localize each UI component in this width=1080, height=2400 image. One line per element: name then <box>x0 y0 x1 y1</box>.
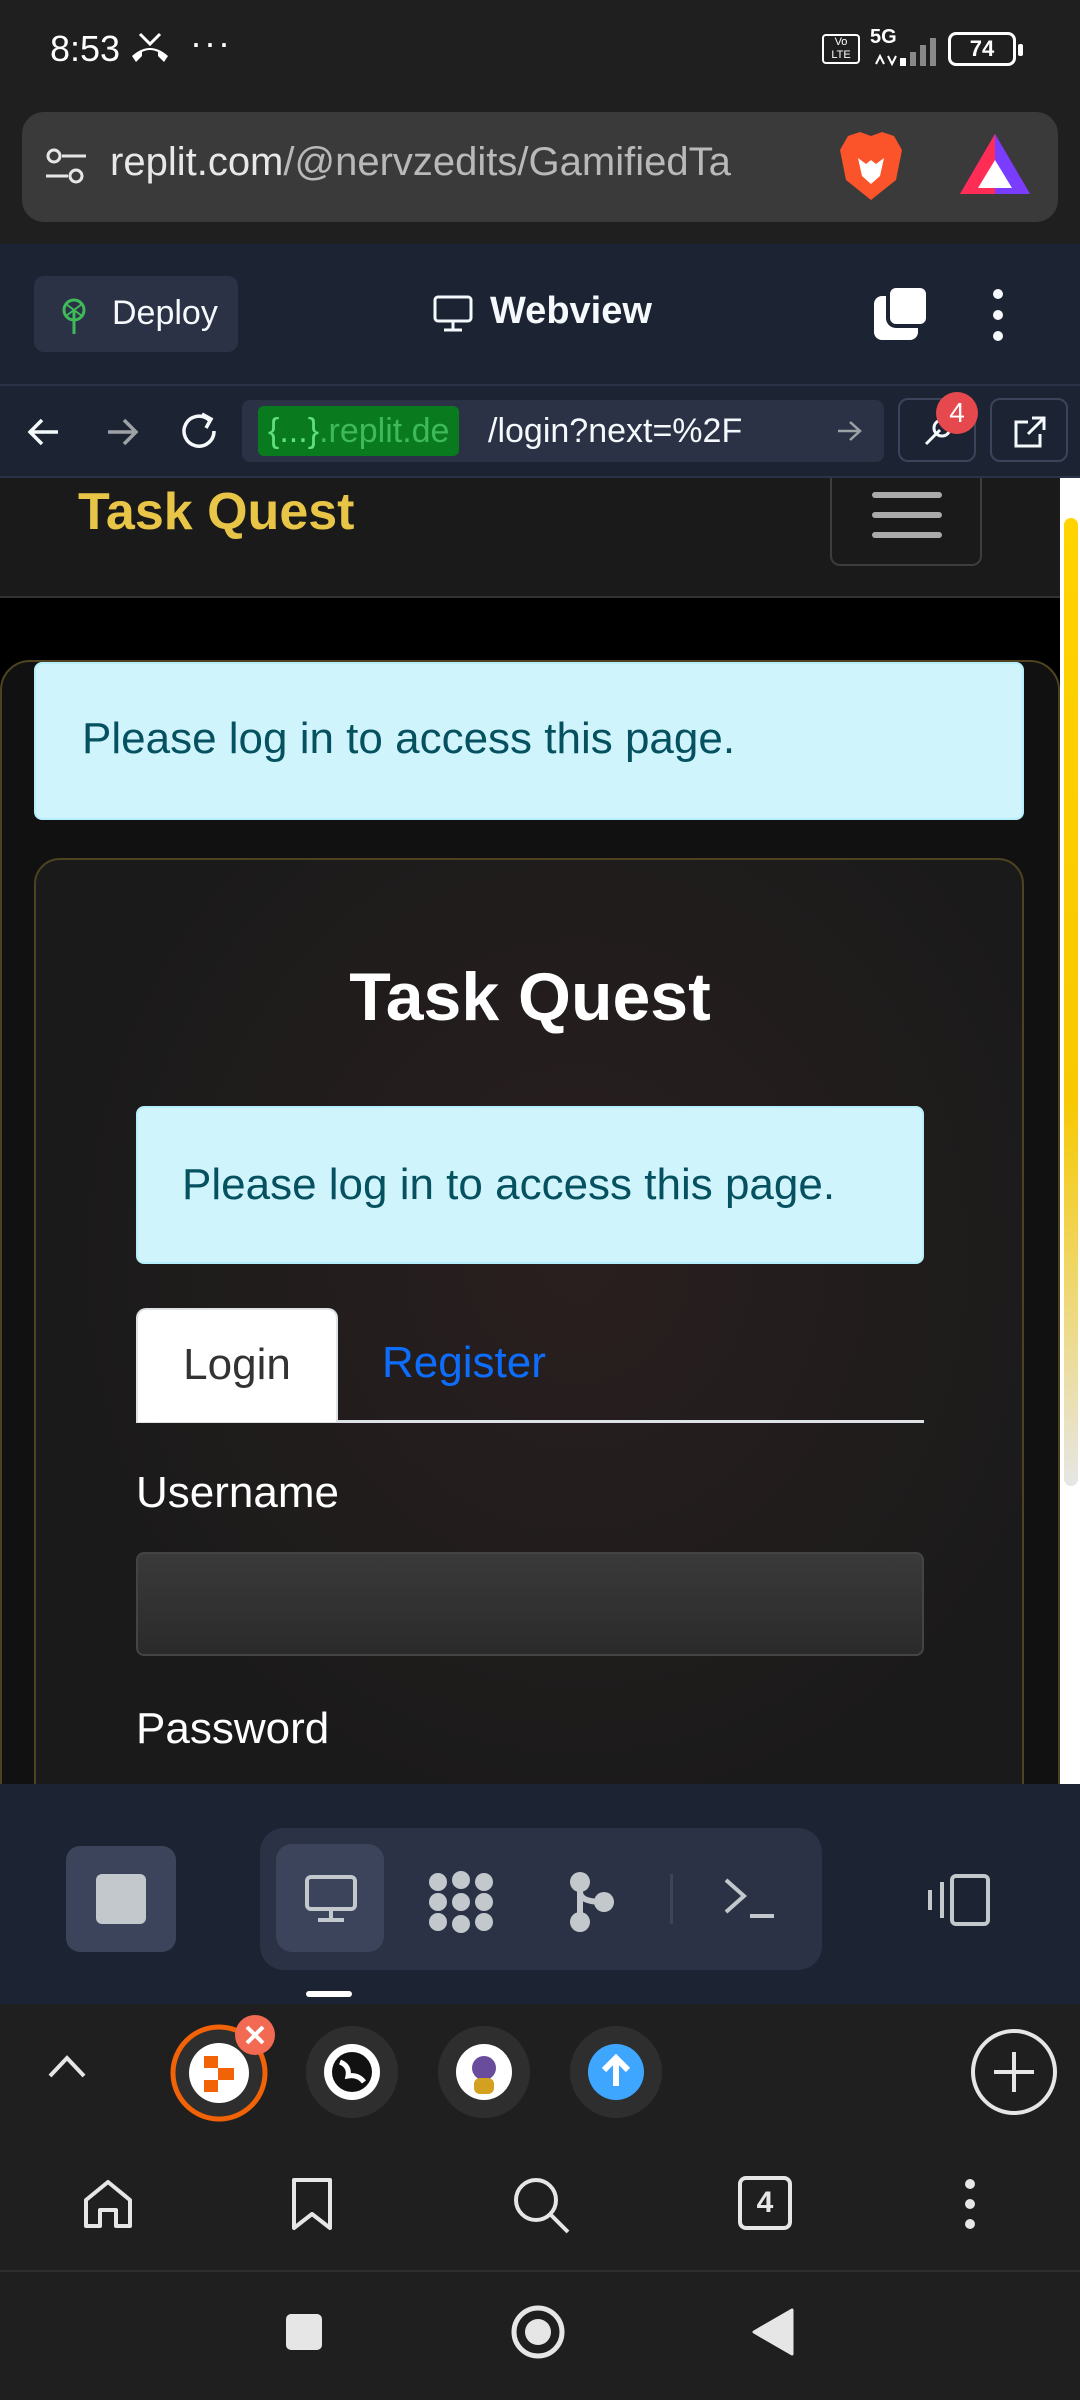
search-icon[interactable] <box>510 2174 572 2236</box>
stop-icon <box>96 1874 146 1924</box>
back-triangle-icon[interactable] <box>752 2308 794 2356</box>
toolbar-divider <box>670 1874 673 1924</box>
signal-icon <box>870 34 940 68</box>
external-link-icon <box>1014 416 1046 448</box>
tab-upload[interactable] <box>568 2024 664 2120</box>
deploy-label: Deploy <box>112 294 218 332</box>
card-title: Task Quest <box>349 959 711 1035</box>
home-icon[interactable] <box>80 2176 136 2232</box>
menu-dots-icon[interactable] <box>962 2178 978 2230</box>
monitor-icon <box>305 1875 357 1922</box>
tab-count-button[interactable]: 4 <box>738 2176 792 2230</box>
username-input[interactable] <box>136 1552 924 1656</box>
devtools-badge: 4 <box>936 392 978 434</box>
site-brand[interactable]: Task Quest <box>78 482 354 542</box>
url-host: replit.com <box>110 140 284 184</box>
drag-handle[interactable] <box>306 1991 352 1997</box>
tab-avatar[interactable] <box>436 2024 532 2120</box>
url-path: /@nervzedits/GamifiedTa <box>283 140 731 184</box>
missed-call-icon <box>128 30 172 66</box>
agent-icon[interactable] <box>426 1870 496 1934</box>
menu-toggle-button[interactable] <box>830 478 982 566</box>
go-arrow-icon[interactable] <box>834 416 864 446</box>
password-label: Password <box>136 1704 330 1753</box>
brave-rewards-icon[interactable] <box>958 132 1032 196</box>
flash-alert: Please log in to access this page. <box>34 662 1024 820</box>
filter-icon[interactable] <box>44 144 88 188</box>
webview-page: Task Quest Please log in to access this … <box>0 478 1060 1784</box>
card-alert: Please log in to access this page. <box>136 1106 924 1264</box>
address-host: {...}.replit.de <box>258 406 460 456</box>
stop-button[interactable] <box>66 1846 176 1952</box>
close-tab-icon[interactable] <box>234 2014 276 2056</box>
address-host-rest: .replit.de <box>319 412 450 450</box>
webview-tool-button[interactable] <box>276 1844 384 1952</box>
recents-icon[interactable] <box>284 2312 324 2352</box>
browser-url-text[interactable]: replit.com/@nervzedits/GamifiedTa <box>110 140 810 185</box>
more-options-icon[interactable] <box>990 288 1006 342</box>
tab-login[interactable]: Login <box>136 1308 338 1422</box>
scrollbar-thumb[interactable] <box>1064 518 1078 1486</box>
git-icon[interactable] <box>566 1870 616 1934</box>
new-tab-plus-icon[interactable] <box>970 2028 1058 2116</box>
volte-icon: Vo LTE <box>822 34 860 64</box>
terminal-icon[interactable] <box>722 1874 778 1924</box>
back-arrow-icon[interactable] <box>24 412 64 452</box>
tab-globe[interactable] <box>304 2024 400 2120</box>
status-time: 8:53 <box>50 28 121 69</box>
reload-icon[interactable] <box>176 408 222 454</box>
brave-tab-strip <box>0 2004 1080 2140</box>
home-button-icon[interactable] <box>510 2304 566 2360</box>
new-tab-icon[interactable] <box>872 284 930 342</box>
address-path: /login?next=%2F <box>488 412 743 450</box>
forward-arrow-icon[interactable] <box>102 412 142 452</box>
bookmark-icon[interactable] <box>290 2176 334 2232</box>
monitor-icon <box>432 294 474 334</box>
open-external-button[interactable] <box>990 398 1068 462</box>
battery-indicator: 74 <box>948 32 1023 66</box>
webview-title: Webview <box>490 290 652 332</box>
brave-lion-icon[interactable] <box>836 130 906 202</box>
address-host-badge: {...} <box>268 412 320 450</box>
chevron-up-icon[interactable] <box>46 2052 88 2080</box>
username-label: Username <box>136 1468 339 1517</box>
tab-register[interactable]: Register <box>382 1308 546 1418</box>
status-overflow: ··· <box>190 22 232 63</box>
deploy-icon <box>54 296 94 336</box>
hamburger-icon <box>872 492 942 498</box>
layout-icon[interactable] <box>924 1872 994 1928</box>
